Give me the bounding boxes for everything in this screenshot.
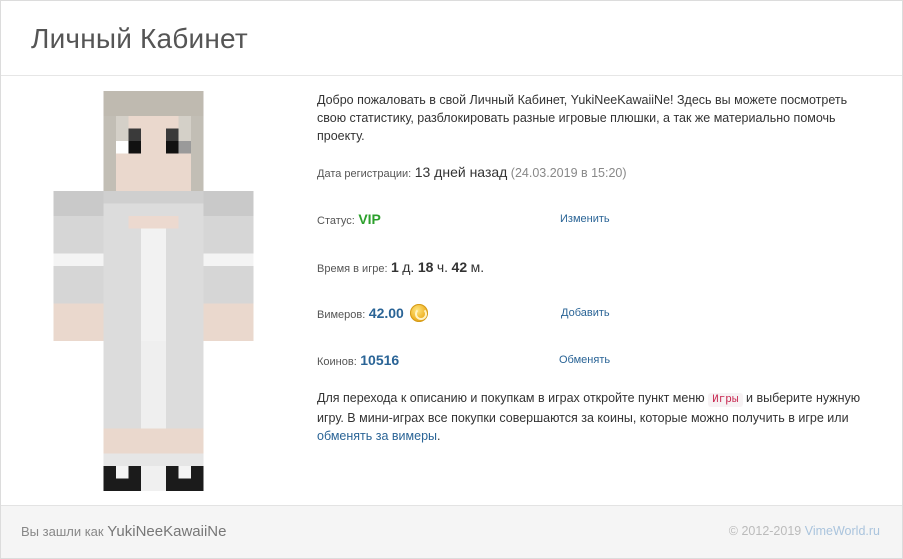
- coin-icon: [410, 303, 429, 322]
- playtime-hours-unit: ч.: [436, 259, 449, 275]
- coins-row: Коинов: 10516 Обменять: [317, 352, 877, 368]
- vimers-label: Вимеров:: [317, 309, 366, 321]
- panel-footer: Вы зашли как YukiNeeKawaiiNe © 2012-2019…: [1, 505, 902, 558]
- playtime-days-unit: д.: [402, 259, 415, 275]
- copyright: © 2012-2019 VimeWorld.ru: [729, 524, 880, 538]
- vimers-value: 42.00: [368, 305, 404, 321]
- games-info-text: Для перехода к описанию и покупкам в игр…: [317, 389, 877, 445]
- panel-header: Личный Кабинет: [1, 1, 902, 76]
- logged-in-as: Вы зашли как YukiNeeKawaiiNe: [21, 523, 226, 540]
- playtime-hours: 18: [417, 259, 434, 275]
- status-row: Статус: VIP Изменить: [317, 211, 877, 227]
- account-info: Добро пожаловать в свой Личный Кабинет, …: [317, 91, 877, 443]
- games-info-after: .: [437, 429, 441, 443]
- registration-relative: 13 дней назад: [414, 164, 508, 180]
- registration-date: (24.03.2019 в 15:20): [510, 166, 627, 180]
- player-skin-image: [53, 91, 254, 491]
- welcome-text: Добро пожаловать в свой Личный Кабинет, …: [317, 93, 848, 143]
- exchange-vimers-link[interactable]: обменять за вимеры: [317, 429, 437, 443]
- footer-username: YukiNeeKawaiiNe: [107, 523, 227, 540]
- coins-label: Коинов:: [317, 356, 357, 368]
- playtime-minutes-unit: м.: [470, 259, 485, 275]
- games-info-before: Для перехода к описанию и покупкам в игр…: [317, 391, 705, 405]
- logged-in-prefix: Вы зашли как: [21, 524, 104, 539]
- playtime-row: Время в игре: 1 д. 18 ч. 42 м.: [317, 259, 877, 275]
- change-status-link[interactable]: Изменить: [560, 213, 610, 225]
- status-value: VIP: [358, 211, 381, 227]
- registration-row: Дата регистрации: 13 дней назад (24.03.2…: [317, 164, 877, 180]
- registration-label: Дата регистрации:: [317, 168, 412, 180]
- games-menu-item: Игры: [708, 393, 743, 407]
- playtime-label: Время в игре:: [317, 263, 388, 275]
- coins-value: 10516: [360, 352, 400, 368]
- site-link[interactable]: VimeWorld.ru: [805, 524, 880, 538]
- playtime-days: 1: [390, 259, 399, 275]
- vimers-row: Вимеров: 42.00 Добавить: [317, 303, 877, 324]
- playtime-minutes: 42: [451, 259, 468, 275]
- cabinet-panel: Личный Кабинет Добро пожаловать в свой Л…: [0, 0, 903, 559]
- add-vimers-link[interactable]: Добавить: [561, 307, 610, 319]
- status-label: Статус:: [317, 215, 355, 227]
- page-title: Личный Кабинет: [31, 23, 248, 54]
- copyright-years: © 2012-2019: [728, 524, 802, 538]
- exchange-coins-link[interactable]: Обменять: [559, 354, 610, 366]
